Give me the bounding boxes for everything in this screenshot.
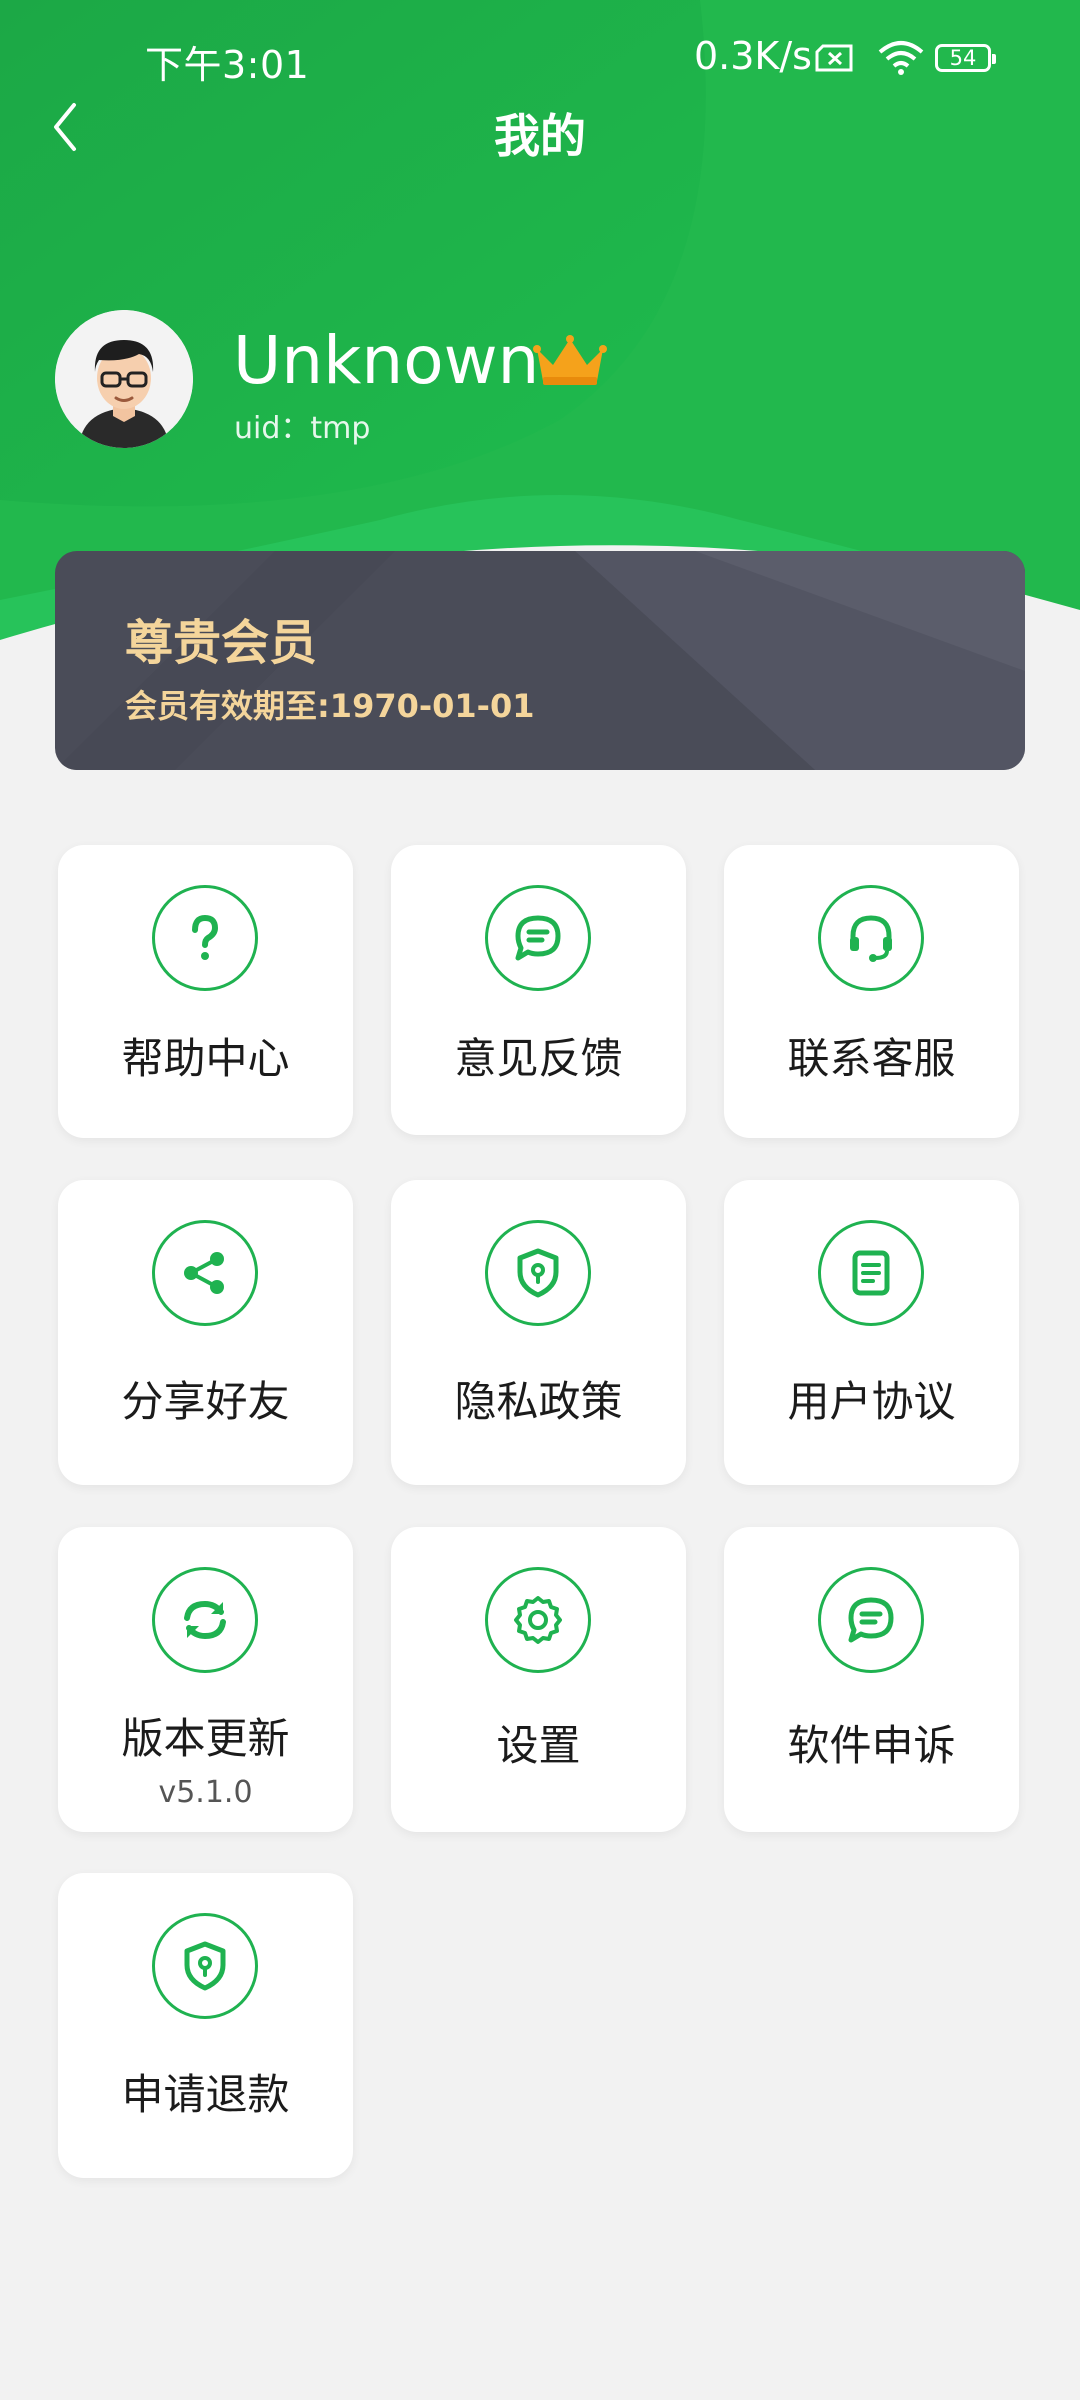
document-icon bbox=[818, 1220, 924, 1326]
sim-error-icon bbox=[815, 44, 853, 72]
avatar-illustration bbox=[55, 310, 193, 448]
menu-label: 软件申诉 bbox=[787, 1721, 956, 1770]
menu-label: 版本更新 bbox=[121, 1714, 290, 1763]
shield-lock-icon bbox=[485, 1220, 591, 1326]
menu-label: 联系客服 bbox=[787, 1034, 956, 1083]
menu-item-update[interactable]: 版本更新 v5.1.0 bbox=[58, 1527, 353, 1832]
chat-bubble-icon bbox=[818, 1567, 924, 1673]
menu-label: 申请退款 bbox=[121, 2070, 290, 2119]
page-title: 我的 bbox=[494, 109, 586, 163]
status-icons: 54 bbox=[815, 40, 1005, 80]
app-version: v5.1.0 bbox=[158, 1775, 253, 1810]
menu-label: 意见反馈 bbox=[454, 1034, 623, 1083]
avatar[interactable] bbox=[55, 310, 193, 448]
crown-icon bbox=[533, 335, 607, 385]
refresh-icon bbox=[152, 1567, 258, 1673]
chat-bubble-icon bbox=[485, 885, 591, 991]
menu-label: 帮助中心 bbox=[121, 1034, 290, 1083]
menu-item-settings[interactable]: 设置 bbox=[391, 1527, 686, 1832]
menu-item-help[interactable]: 帮助中心 bbox=[58, 845, 353, 1138]
menu-item-refund[interactable]: 申请退款 bbox=[58, 1873, 353, 2178]
wifi-icon bbox=[878, 41, 924, 75]
network-speed: 0.3K/s bbox=[694, 34, 812, 78]
battery-icon: 54 bbox=[935, 44, 996, 72]
user-id: uid：tmp bbox=[234, 411, 371, 446]
question-icon bbox=[152, 885, 258, 991]
menu-item-contact[interactable]: 联系客服 bbox=[724, 845, 1019, 1138]
share-icon bbox=[152, 1220, 258, 1326]
gear-icon bbox=[485, 1567, 591, 1673]
menu-item-feedback[interactable]: 意见反馈 bbox=[391, 845, 686, 1135]
vip-title: 尊贵会员 bbox=[125, 615, 318, 671]
menu-label: 隐私政策 bbox=[454, 1377, 623, 1426]
headset-icon bbox=[818, 885, 924, 991]
shield-lock-icon bbox=[152, 1913, 258, 2019]
vip-expiry-date: 会员有效期至:1970-01-01 bbox=[125, 687, 535, 725]
status-time: 下午3:01 bbox=[145, 43, 310, 87]
username: Unknown bbox=[233, 322, 540, 399]
vip-card[interactable]: 尊贵会员 会员有效期至:1970-01-01 bbox=[55, 551, 1025, 770]
menu-item-share[interactable]: 分享好友 bbox=[58, 1180, 353, 1485]
menu-label: 用户协议 bbox=[787, 1377, 956, 1426]
menu-item-agreement[interactable]: 用户协议 bbox=[724, 1180, 1019, 1485]
menu-label: 分享好友 bbox=[121, 1377, 290, 1426]
menu-label: 设置 bbox=[496, 1721, 581, 1770]
menu-item-appeal[interactable]: 软件申诉 bbox=[724, 1527, 1019, 1832]
menu-item-privacy[interactable]: 隐私政策 bbox=[391, 1180, 686, 1485]
